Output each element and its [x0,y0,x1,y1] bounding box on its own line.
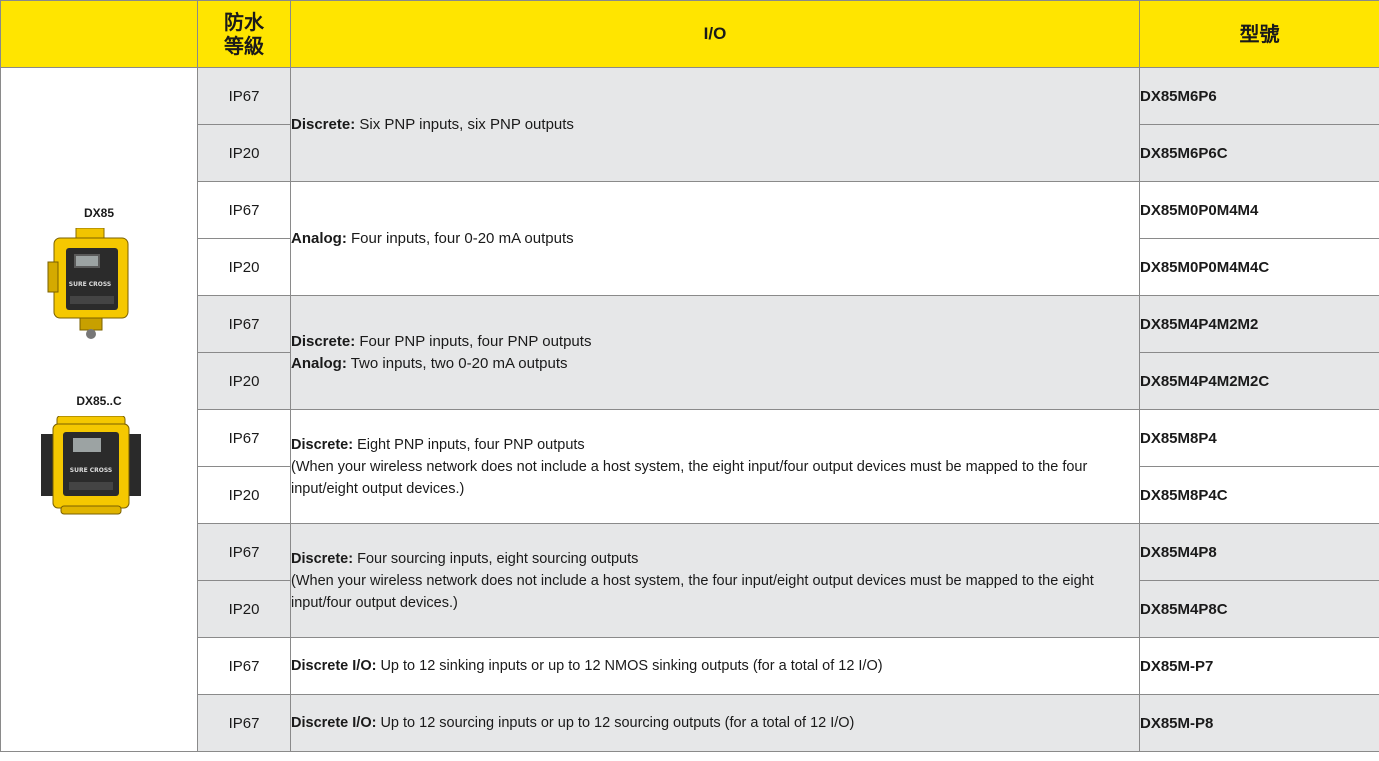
header-protection-rating: 防水 等級 [197,0,291,68]
io-description-cell: Discrete: Four PNP inputs, four PNP outp… [290,295,1140,410]
io-text: Eight PNP inputs, four PNP outputs [353,436,585,453]
ip-rating-cell: IP67 [197,637,291,695]
io-label: Discrete: [291,332,356,350]
io-text: Up to 12 sinking inputs or up to 12 NMOS… [376,658,883,674]
io-text: Up to 12 sourcing inputs or up to 12 sou… [376,715,855,731]
io-text: Four PNP inputs, four PNP outputs [355,332,592,350]
ip-rating-cell: IP67 [197,523,291,581]
io-description-cell: Analog: Four inputs, four 0-20 mA output… [290,181,1140,296]
header-rating-line1: 防水 [224,10,264,34]
model-number-cell: DX85M8P4 [1139,409,1379,467]
model-number-cell: DX85M6P6 [1139,67,1379,125]
ip-rating-cell: IP20 [197,466,291,524]
io-label: Analog: [291,354,347,372]
svg-text:SURE CROSS: SURE CROSS [70,467,113,474]
io-text: Four sourcing inputs, eight sourcing out… [353,550,639,567]
svg-text:SURE CROSS: SURE CROSS [69,281,112,288]
model-number-cell: DX85M-P8 [1139,694,1379,752]
header-io: I/O [290,0,1140,68]
io-text: Four inputs, four 0-20 mA outputs [346,229,574,247]
io-description-cell: Discrete: Four sourcing inputs, eight so… [290,523,1140,638]
model-number-cell: DX85M8P4C [1139,466,1379,524]
model-number-cell: DX85M4P4M2M2C [1139,352,1379,410]
io-label: Analog: [291,229,347,247]
header-row: 防水 等級 I/O 型號 [0,0,1379,68]
io-text: Six PNP inputs, six PNP outputs [355,115,574,133]
ip-rating-cell: IP67 [197,409,291,467]
product-image-cell: DX85 SURE CROSS DX85..C SURE CROSS [0,67,198,752]
ip-rating-cell: IP67 [197,295,291,353]
table-row: IP67 Discrete: Four PNP inputs, four PNP… [1,295,1379,410]
io-note: (When your wireless network does not inc… [291,458,1088,497]
io-label: Discrete I/O: [291,658,377,674]
table-row: IP67 Discrete: Four sourcing inputs, eig… [1,523,1379,638]
io-note: (When your wireless network does not inc… [291,572,1094,611]
io-label: Discrete: [291,115,356,133]
table-row: IP67 Analog: Four inputs, four 0-20 mA o… [1,181,1379,296]
model-number-cell: DX85M-P7 [1139,637,1379,695]
io-label: Discrete: [291,550,354,567]
header-product-cell [0,0,198,68]
ip-rating-cell: IP20 [197,238,291,296]
ip-rating-cell: IP20 [197,352,291,410]
io-label: Discrete: [291,436,354,453]
model-number-cell: DX85M4P8 [1139,523,1379,581]
model-number-cell: DX85M4P8C [1139,580,1379,638]
ip-rating-cell: IP20 [197,580,291,638]
ip-rating-cell: IP67 [197,67,291,125]
model-number-cell: DX85M4P4M2M2 [1139,295,1379,353]
product-spec-table: 防水 等級 I/O 型號 DX85 SURE CROSS DX85..C SUR… [0,0,1379,752]
io-text: Two inputs, two 0-20 mA outputs [346,354,568,372]
io-label: Discrete I/O: [291,715,377,731]
io-description-cell: Discrete: Eight PNP inputs, four PNP out… [290,409,1140,524]
io-description-cell: Discrete I/O: Up to 12 sinking inputs or… [290,637,1140,695]
model-number-cell: DX85M0P0M4M4C [1139,238,1379,296]
table-row: DX85 SURE CROSS DX85..C SURE CROSS IP67 … [0,67,1379,752]
table-row: IP67 Discrete: Eight PNP inputs, four PN… [1,409,1379,524]
table-row: IP67 Discrete I/O: Up to 12 sinking inpu… [1,637,1379,695]
header-rating-line2: 等級 [224,34,264,58]
table-row: IP67 Discrete I/O: Up to 12 sourcing inp… [1,694,1379,752]
model-number-cell: DX85M6P6C [1139,124,1379,182]
ip-rating-cell: IP67 [197,181,291,239]
dx85c-device-image: SURE CROSS [41,416,141,515]
model-number-cell: DX85M0P0M4M4 [1139,181,1379,239]
ip-rating-cell: IP20 [197,124,291,182]
product-name-dx85: DX85 [83,206,115,220]
io-description-cell: Discrete I/O: Up to 12 sourcing inputs o… [290,694,1140,752]
ip-rating-cell: IP67 [197,694,291,752]
io-description-cell: Discrete: Six PNP inputs, six PNP output… [290,67,1140,182]
header-model: 型號 [1139,0,1379,68]
dx85-device-image: SURE CROSS [47,228,129,339]
product-name-dx85c: DX85..C [76,394,122,408]
